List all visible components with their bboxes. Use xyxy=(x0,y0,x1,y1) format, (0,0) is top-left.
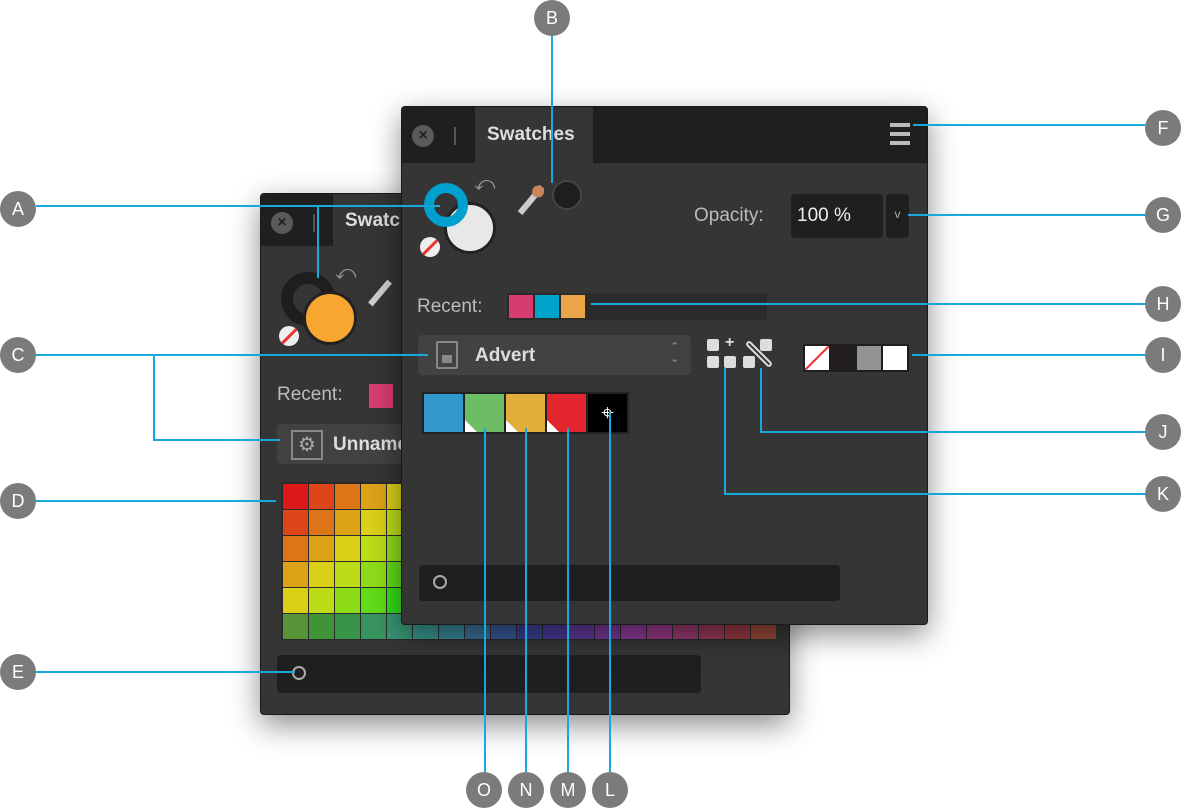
line-j xyxy=(760,368,1145,433)
callout-c: C xyxy=(0,337,36,373)
callout-m: M xyxy=(550,772,586,808)
line-c xyxy=(36,354,428,441)
callout-d: D xyxy=(0,483,36,519)
callout-k: K xyxy=(1145,476,1181,512)
callout-lines xyxy=(36,36,1145,772)
callout-b: B xyxy=(534,0,570,36)
callout-e: E xyxy=(0,654,36,690)
callout-o: O xyxy=(466,772,502,808)
callout-l: L xyxy=(592,772,628,808)
callout-a: A xyxy=(0,191,36,227)
callout-g: G xyxy=(1145,197,1181,233)
callout-n: N xyxy=(508,772,544,808)
callout-h: H xyxy=(1145,286,1181,322)
callout-i: I xyxy=(1145,337,1181,373)
callout-f: F xyxy=(1145,110,1181,146)
callout-j: J xyxy=(1145,414,1181,450)
line-a xyxy=(36,205,440,278)
